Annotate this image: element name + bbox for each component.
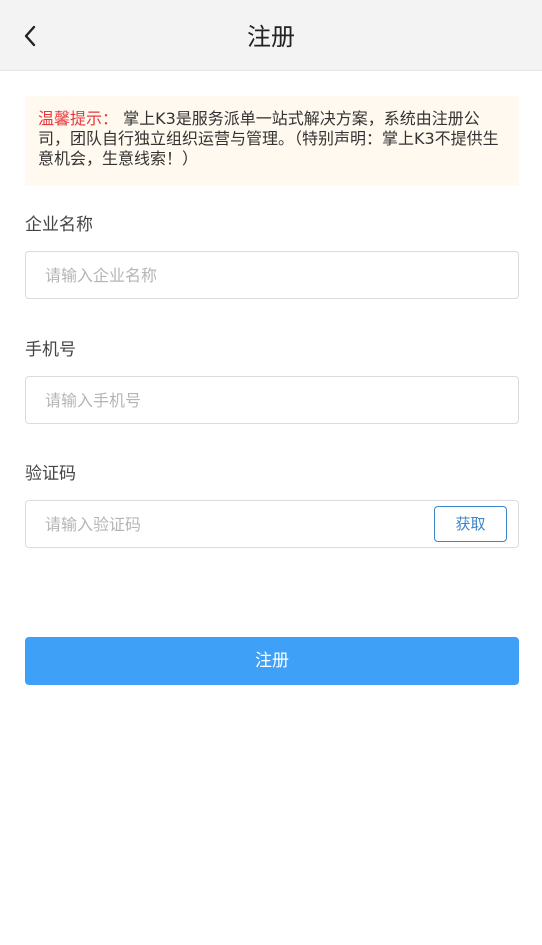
company-name-field	[25, 251, 519, 299]
verification-code-field: 获取	[25, 500, 519, 548]
verification-code-input[interactable]	[26, 501, 426, 547]
verification-code-label: 验证码	[25, 464, 76, 484]
phone-input[interactable]	[26, 377, 518, 423]
register-button[interactable]: 注册	[25, 637, 519, 685]
page-title: 注册	[247, 23, 295, 51]
company-name-input[interactable]	[26, 252, 518, 298]
nav-bar: 注册	[0, 0, 542, 71]
notice-label: 温馨提示：	[38, 109, 119, 128]
get-code-button[interactable]: 获取	[434, 506, 507, 542]
phone-field	[25, 376, 519, 424]
notice-banner: 温馨提示： 掌上K3是服务派单一站式解决方案，系统由注册公司，团队自行独立组织运…	[25, 96, 519, 186]
company-name-label: 企业名称	[25, 215, 93, 235]
phone-label: 手机号	[25, 340, 76, 360]
